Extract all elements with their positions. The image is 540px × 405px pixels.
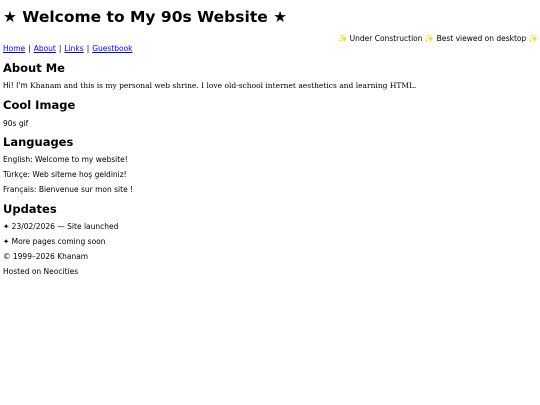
- cool-image: 90s gif: [3, 119, 28, 129]
- main-navigation: Home | About | Links | Guestbook: [3, 44, 133, 54]
- page-title: ★ Welcome to My 90s Website ★: [3, 8, 288, 26]
- nav-separator: |: [86, 44, 90, 53]
- nav-link-links[interactable]: Links: [64, 44, 83, 53]
- construction-banner: ✨ Under Construction ✨ Best viewed on de…: [337, 34, 538, 43]
- language-turkish: Türkçe: Web siteme hoş geldiniz!: [3, 170, 127, 179]
- about-heading: About Me: [3, 61, 65, 75]
- footer-hosted: Hosted on Neocities: [3, 267, 79, 276]
- image-heading: Cool Image: [3, 98, 76, 112]
- languages-heading: Languages: [3, 135, 74, 149]
- about-text-intro: Hi! I'm: [3, 81, 31, 90]
- footer-copyright: © 1999–2026 Khanam: [3, 252, 89, 261]
- image-alt-text: 90s gif: [3, 119, 29, 128]
- nav-separator: |: [28, 44, 31, 53]
- about-text-body: Khanam and this is my personal web shrin…: [30, 81, 417, 90]
- update-item: ✦ 23/02/2026 — Site launched: [3, 222, 119, 231]
- language-french: Français: Bienvenue sur mon site !: [3, 185, 134, 194]
- nav-link-home[interactable]: Home: [3, 44, 25, 53]
- updates-heading: Updates: [3, 202, 57, 216]
- nav-link-about[interactable]: About: [34, 44, 56, 53]
- update-item: ✦ More pages coming soon: [3, 237, 106, 246]
- nav-link-guestbook[interactable]: Guestbook: [92, 44, 132, 53]
- language-english: English: Welcome to my website!: [3, 155, 128, 164]
- about-text: Hi! I'm Khanam and this is my personal w…: [3, 81, 416, 91]
- page: ★ Welcome to My 90s Website ★ ✨ Under Co…: [0, 0, 540, 405]
